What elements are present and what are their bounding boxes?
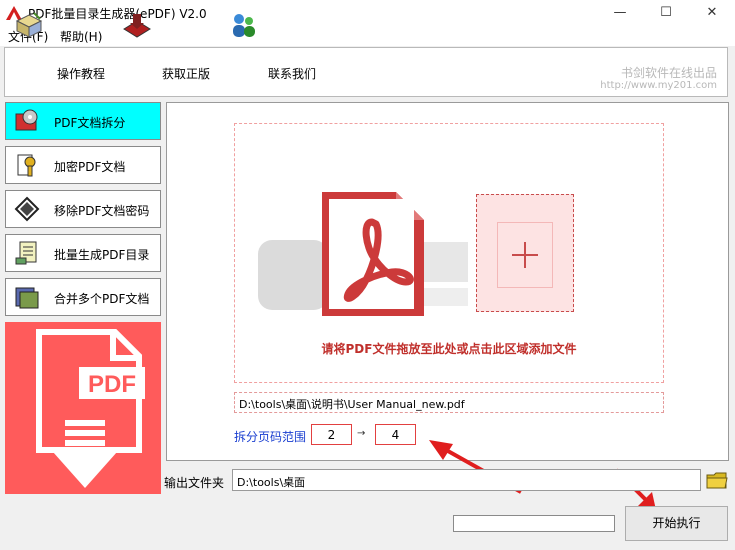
contact-icon[interactable] xyxy=(228,11,258,39)
genuine-icon[interactable] xyxy=(122,11,152,39)
sidebar-item-remove-password[interactable]: 移除PDF文档密码 xyxy=(5,190,161,228)
plus-icon xyxy=(512,242,538,268)
output-folder-field[interactable]: D:\tools\桌面 xyxy=(232,469,701,491)
file-path-value: D:\tools\桌面\说明书\User Manual_new.pdf xyxy=(239,398,465,411)
toolbar: 书剑软件在线出品 http://www.my201.com xyxy=(4,47,728,97)
page-range-label: 拆分页码范围 xyxy=(234,430,307,444)
sidebar-item-split[interactable]: PDF文档拆分 xyxy=(5,102,161,140)
genuine-button[interactable]: 获取正版 xyxy=(162,65,210,82)
tutorial-button[interactable]: 操作教程 xyxy=(57,65,105,82)
file-path-field[interactable]: D:\tools\桌面\说明书\User Manual_new.pdf xyxy=(234,392,664,413)
pdf-panel-text: PDF xyxy=(88,371,136,398)
start-button[interactable]: 开始执行 xyxy=(625,506,728,541)
contact-button[interactable]: 联系我们 xyxy=(268,65,316,82)
menu-help[interactable]: 帮助(H) xyxy=(60,28,102,45)
pdf-illustration-panel: PDF xyxy=(5,322,161,494)
maximize-button[interactable]: ☐ xyxy=(643,0,689,26)
range-arrow-icon: → xyxy=(357,428,366,439)
folder-icon[interactable] xyxy=(706,470,728,490)
key-icon xyxy=(17,154,36,177)
sidebar-item-label: 合并多个PDF文档 xyxy=(54,292,150,306)
split-icon xyxy=(15,109,38,131)
range-from-input[interactable]: 2 xyxy=(311,424,352,445)
sidebar-item-label: 移除PDF文档密码 xyxy=(54,204,150,218)
sidebar-item-encrypt[interactable]: 加密PDF文档 xyxy=(5,146,161,184)
drop-hint-text: 请将PDF文件拖放至此处或点击此区域添加文件 xyxy=(321,342,577,356)
merge-icon xyxy=(15,287,39,309)
pdf-download-icon: PDF xyxy=(36,329,145,488)
menu-bar xyxy=(0,26,735,46)
output-folder-value: D:\tools\桌面 xyxy=(237,476,306,489)
catalog-icon xyxy=(15,241,37,265)
unlock-icon xyxy=(14,196,40,222)
progress-bar xyxy=(453,515,615,532)
sidebar-item-catalog[interactable]: 批量生成PDF目录 xyxy=(5,234,161,272)
minimize-button[interactable]: — xyxy=(597,0,643,26)
sidebar-item-merge[interactable]: 合并多个PDF文档 xyxy=(5,278,161,316)
sidebar-item-label: PDF文档拆分 xyxy=(54,116,126,130)
close-button[interactable]: ✕ xyxy=(689,0,735,26)
pdf-document-icon xyxy=(322,192,424,316)
range-to-input[interactable]: 4 xyxy=(375,424,416,445)
brand-url: http://www.my201.com xyxy=(600,80,717,91)
brand-name: 书剑软件在线出品 xyxy=(620,66,717,80)
output-folder-label: 输出文件夹 xyxy=(164,476,225,490)
sidebar-item-label: 加密PDF文档 xyxy=(54,160,126,174)
sidebar-item-label: 批量生成PDF目录 xyxy=(54,248,150,262)
window-title: PDF批量目录生成器(ePDF) V2.0 xyxy=(28,7,207,21)
tutorial-icon[interactable] xyxy=(14,11,44,39)
